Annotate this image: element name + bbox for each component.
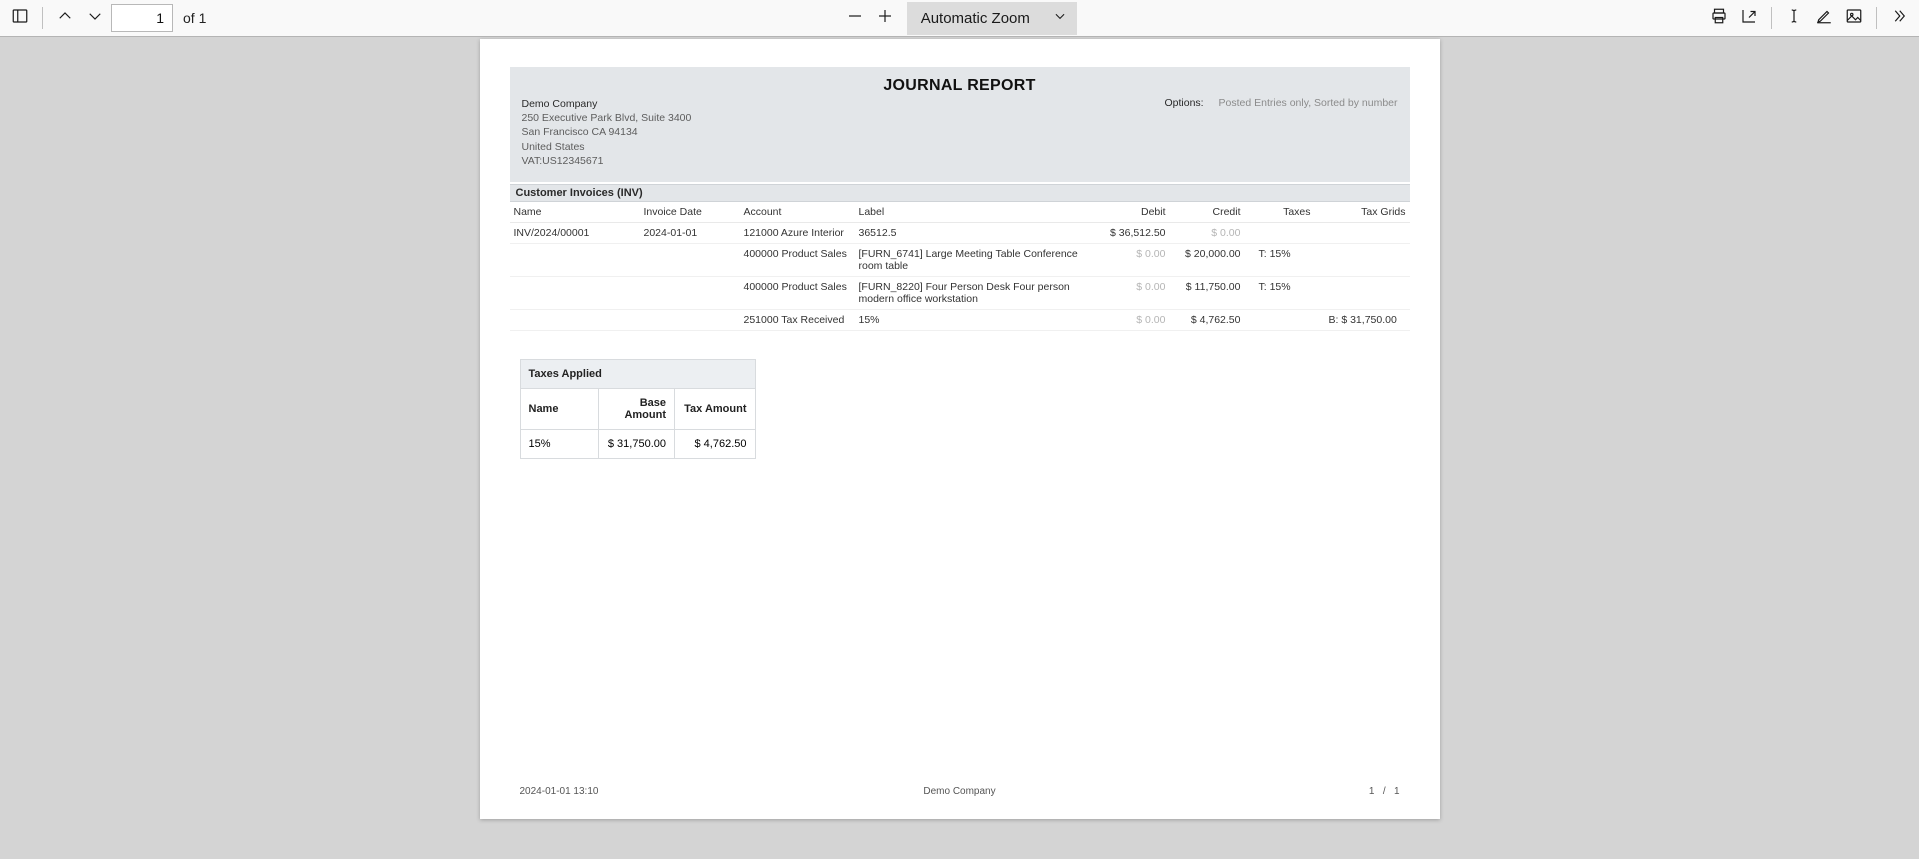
taxcol-base: Base Amount [599, 388, 675, 429]
taxes-applied-box: Taxes Applied Name Base Amount Tax Amoun… [520, 359, 756, 459]
col-tax-grids: Tax Grids [1315, 202, 1410, 223]
col-invoice-date: Invoice Date [640, 202, 740, 223]
cell-account: 400000 Product Sales [740, 243, 855, 276]
cell-credit: $ 11,750.00 [1170, 276, 1245, 309]
cell-taxes [1245, 309, 1315, 330]
cell-tax-grids: B: $ 31,750.00 [1315, 309, 1410, 330]
cell-account: 400000 Product Sales [740, 276, 855, 309]
journal-table: Name Invoice Date Account Label Debit Cr… [510, 202, 1410, 331]
cell-label: 15% [855, 309, 1095, 330]
sidebar-toggle-button[interactable] [6, 4, 34, 32]
col-account: Account [740, 202, 855, 223]
col-debit: Debit [1095, 202, 1170, 223]
pencil-icon [1815, 7, 1833, 30]
chevron-up-icon [56, 7, 74, 30]
cell-account: 121000 Azure Interior [740, 222, 855, 243]
cell-credit: $ 0.00 [1170, 222, 1245, 243]
cell-debit: $ 0.00 [1095, 309, 1170, 330]
company-addr1: 250 Executive Park Blvd, Suite 3400 [522, 111, 1398, 125]
report-title: JOURNAL REPORT [522, 77, 1398, 95]
options-label: Options: [1164, 97, 1203, 109]
company-vat: VAT:US12345671 [522, 154, 1398, 168]
cell-tax-grids [1315, 243, 1410, 276]
toolbar-separator [1771, 7, 1772, 29]
download-icon [1740, 7, 1758, 30]
minus-icon [846, 7, 864, 30]
cell-taxes: T: 15% [1245, 243, 1315, 276]
cell-account: 251000 Tax Received [740, 309, 855, 330]
cell-taxes [1245, 222, 1315, 243]
draw-tool-button[interactable] [1810, 4, 1838, 32]
pdf-toolbar: of 1 Automatic Zoom [0, 0, 1919, 37]
cell-name: INV/2024/00001 [510, 222, 640, 243]
taxes-applied-table: Name Base Amount Tax Amount 15% $ 31,750… [521, 388, 755, 458]
toolbar-separator [1876, 7, 1877, 29]
text-cursor-icon [1785, 7, 1803, 30]
journal-line: 400000 Product Sales [FURN_6741] Large M… [510, 243, 1410, 276]
image-icon [1845, 7, 1863, 30]
cell-debit: $ 36,512.50 [1095, 222, 1170, 243]
journal-line: INV/2024/00001 2024-01-01 121000 Azure I… [510, 222, 1410, 243]
taxcol-name: Name [521, 388, 599, 429]
document-viewport[interactable]: JOURNAL REPORT Demo Company 250 Executiv… [0, 37, 1919, 859]
taxcol-tax: Tax Amount [675, 388, 755, 429]
company-country: United States [522, 140, 1398, 154]
cell-tax-grids [1315, 222, 1410, 243]
chevron-down-icon [86, 7, 104, 30]
taxes-applied-title: Taxes Applied [521, 360, 755, 388]
plus-icon [876, 7, 894, 30]
report-options: Options: Posted Entries only, Sorted by … [1164, 97, 1397, 109]
toolbar-center-group: Automatic Zoom [841, 2, 1077, 35]
col-name: Name [510, 202, 640, 223]
cell-tax-grids [1315, 276, 1410, 309]
cell-debit: $ 0.00 [1095, 276, 1170, 309]
cell-debit: $ 0.00 [1095, 243, 1170, 276]
text-tool-button[interactable] [1780, 4, 1808, 32]
pdf-page: JOURNAL REPORT Demo Company 250 Executiv… [480, 39, 1440, 819]
cell-label: [FURN_6741] Large Meeting Table Conferen… [855, 243, 1095, 276]
sidebar-icon [11, 7, 29, 30]
journal-line: 251000 Tax Received 15% $ 0.00 $ 4,762.5… [510, 309, 1410, 330]
chevrons-right-icon [1890, 7, 1908, 30]
zoom-in-button[interactable] [871, 4, 899, 32]
journal-section-header: Customer Invoices (INV) [510, 184, 1410, 202]
col-taxes: Taxes [1245, 202, 1315, 223]
image-tool-button[interactable] [1840, 4, 1868, 32]
tax-name: 15% [521, 429, 599, 458]
more-tools-button[interactable] [1885, 4, 1913, 32]
page-footer: 2024-01-01 13:10 Demo Company 1 / 1 [520, 786, 1400, 797]
next-page-button[interactable] [81, 4, 109, 32]
print-icon [1710, 7, 1728, 30]
col-label: Label [855, 202, 1095, 223]
tax-row: 15% $ 31,750.00 $ 4,762.50 [521, 429, 755, 458]
cell-invoice-date: 2024-01-01 [640, 222, 740, 243]
toolbar-separator [42, 7, 43, 29]
zoom-select-label: Automatic Zoom [921, 10, 1030, 27]
journal-header-row: Name Invoice Date Account Label Debit Cr… [510, 202, 1410, 223]
tax-base: $ 31,750.00 [599, 429, 675, 458]
company-addr2: San Francisco CA 94134 [522, 125, 1398, 139]
options-value: Posted Entries only, Sorted by number [1219, 97, 1398, 109]
cell-taxes: T: 15% [1245, 276, 1315, 309]
download-button[interactable] [1735, 4, 1763, 32]
tax-amount: $ 4,762.50 [675, 429, 755, 458]
zoom-out-button[interactable] [841, 4, 869, 32]
cell-label: 36512.5 [855, 222, 1095, 243]
prev-page-button[interactable] [51, 4, 79, 32]
print-button[interactable] [1705, 4, 1733, 32]
toolbar-right-group [1705, 4, 1913, 32]
chevron-down-icon [1053, 9, 1067, 27]
cell-label: [FURN_8220] Four Person Desk Four person… [855, 276, 1095, 309]
cell-credit: $ 4,762.50 [1170, 309, 1245, 330]
toolbar-left-group: of 1 [6, 4, 212, 32]
zoom-select[interactable]: Automatic Zoom [907, 2, 1077, 35]
cell-credit: $ 20,000.00 [1170, 243, 1245, 276]
page-number-input[interactable] [111, 4, 173, 32]
footer-company: Demo Company [520, 786, 1400, 797]
page-count-label: of 1 [183, 10, 206, 26]
journal-line: 400000 Product Sales [FURN_8220] Four Pe… [510, 276, 1410, 309]
report-header: JOURNAL REPORT Demo Company 250 Executiv… [510, 67, 1410, 182]
col-credit: Credit [1170, 202, 1245, 223]
